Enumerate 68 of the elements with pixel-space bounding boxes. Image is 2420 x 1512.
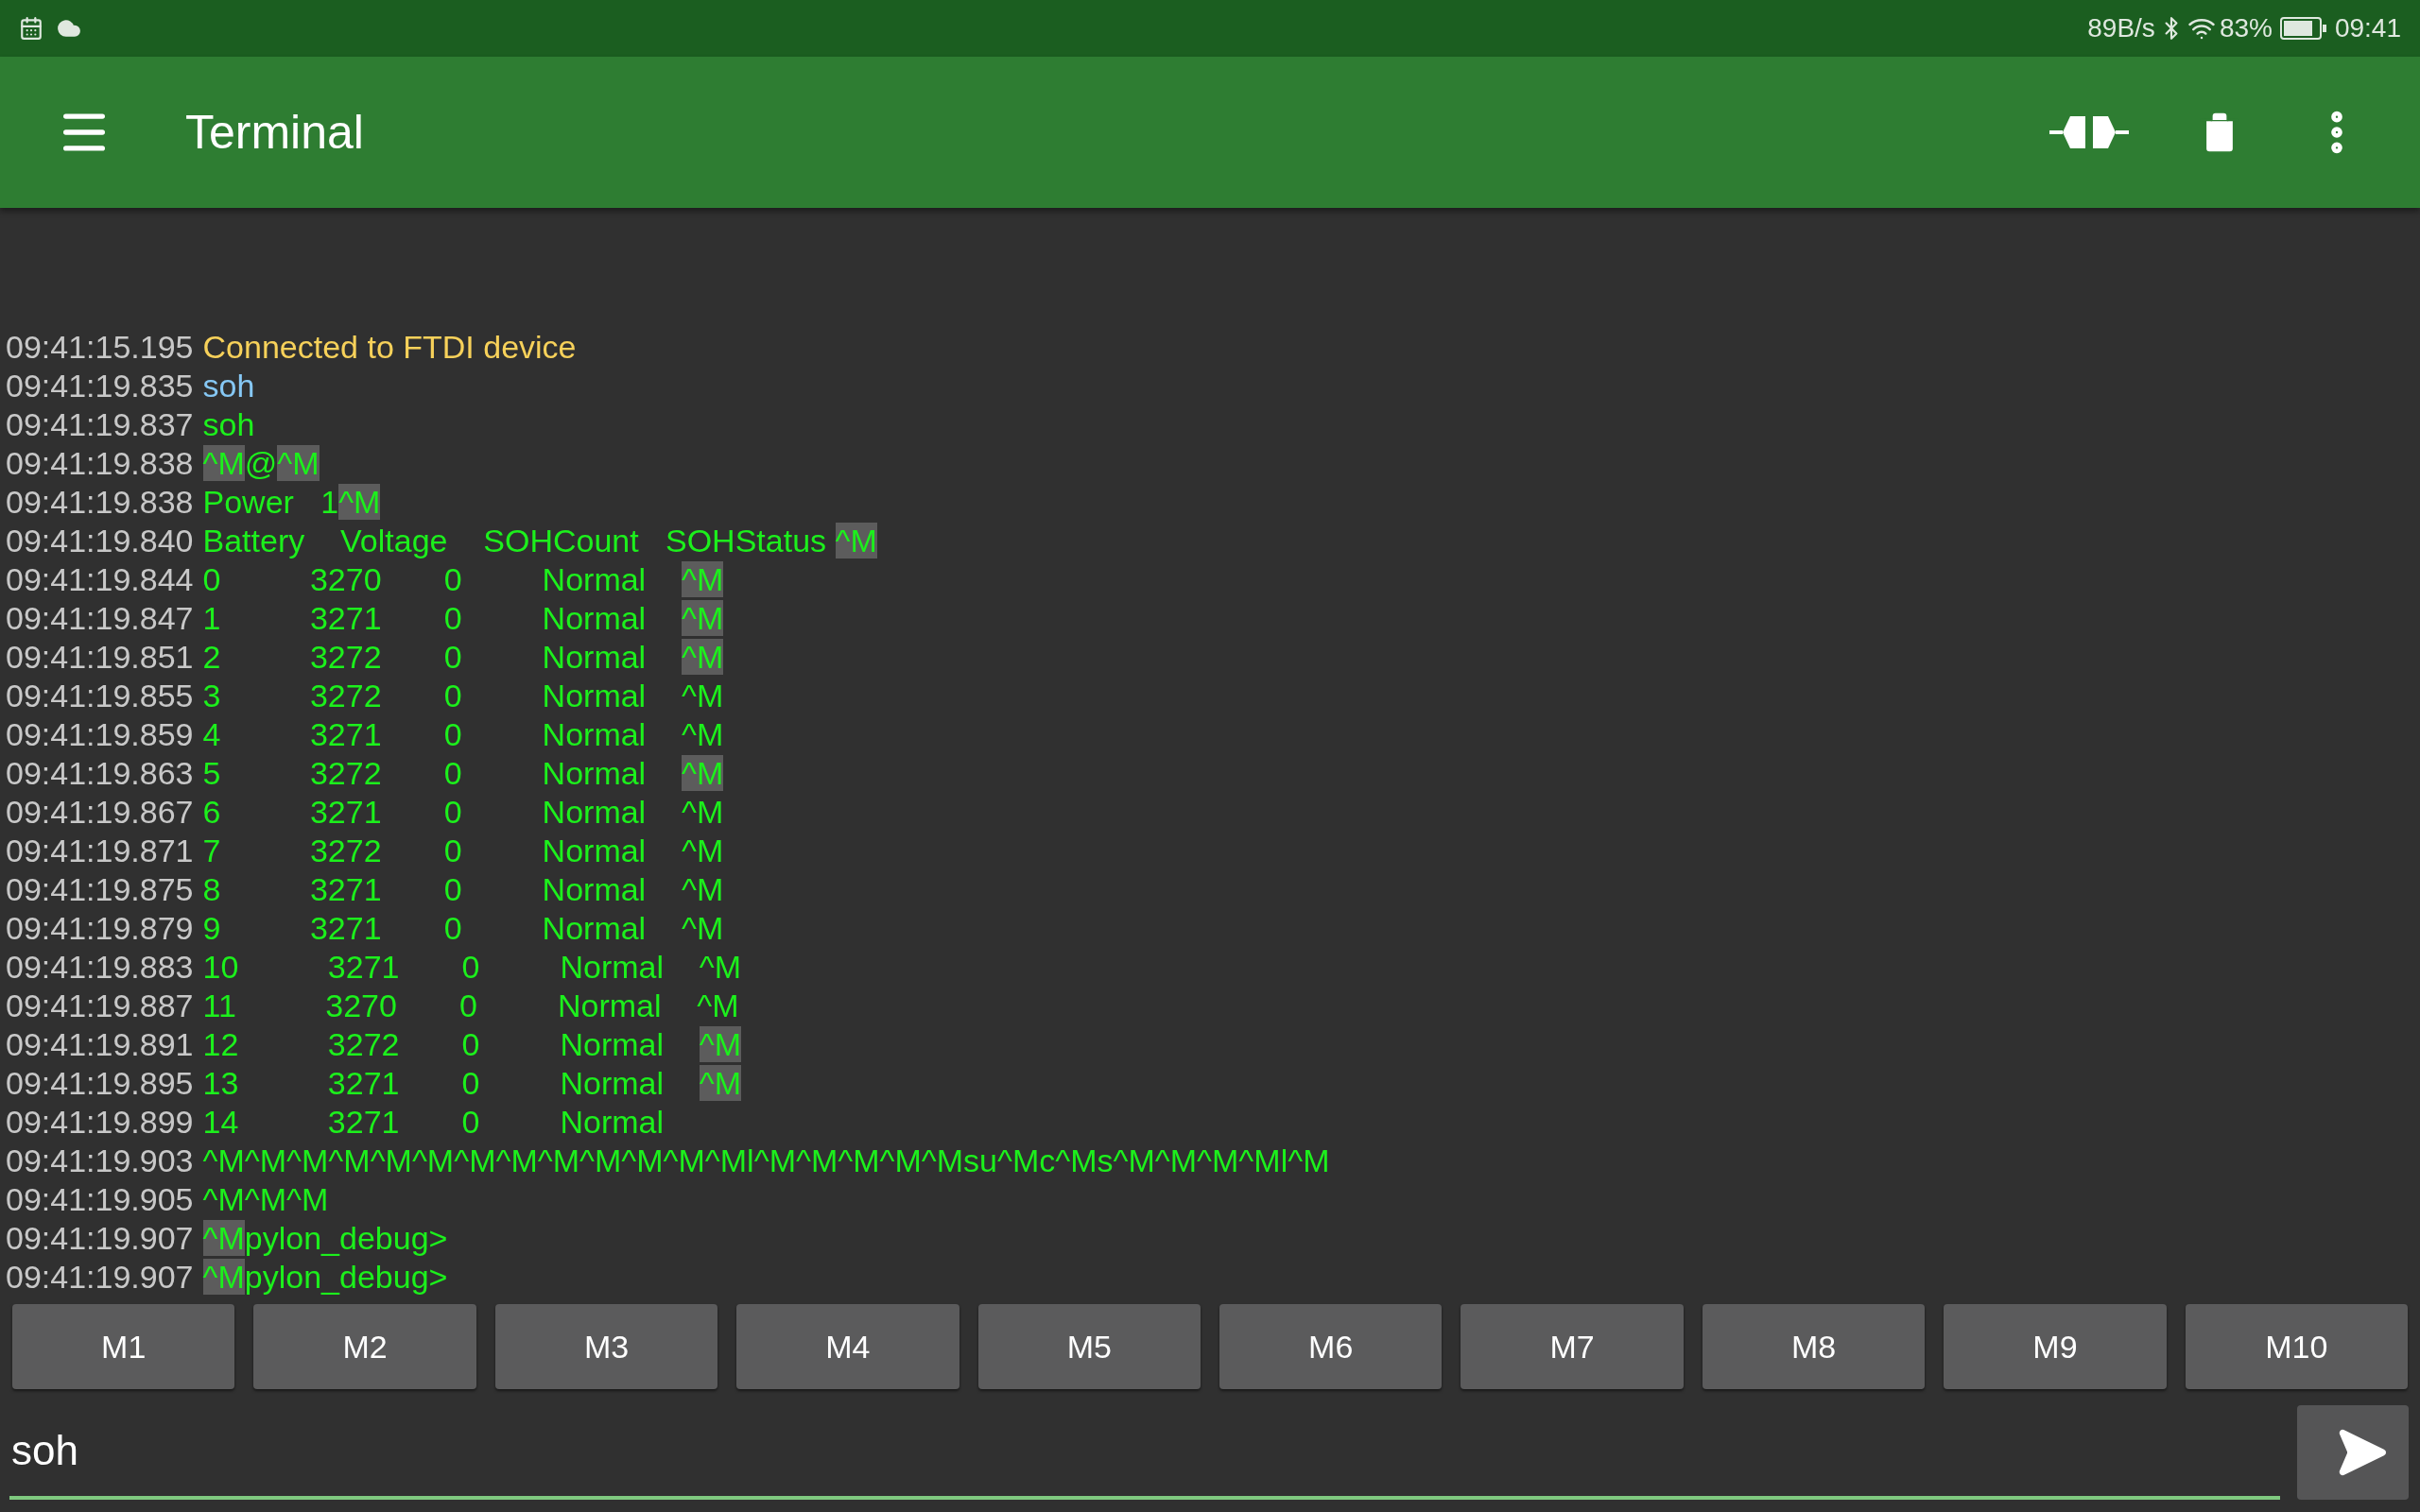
macro-button[interactable]: M1 xyxy=(12,1304,235,1389)
timestamp: 09:41:19.871 xyxy=(6,832,194,870)
terminal-line-text: 10 3271 0 Normal ^M xyxy=(202,948,742,987)
timestamp: 09:41:19.907 xyxy=(6,1219,194,1258)
calendar-icon xyxy=(19,16,43,41)
terminal-line-text: 8 3271 0 Normal ^M xyxy=(202,870,724,909)
timestamp: 09:41:19.859 xyxy=(6,715,194,754)
timestamp: 09:41:19.867 xyxy=(6,793,194,832)
terminal-line-text: ^M^M^M^M^M^M^M^M^M^M^M^M^Ml^M^M^M^M^Msu^Mc^Ms^M^M^M^Ml^M xyxy=(202,1142,1330,1180)
timestamp: 09:41:19.879 xyxy=(6,909,194,948)
clock: 09:41 xyxy=(2334,12,2401,44)
terminal-line-text: ^Mpylon_debug> xyxy=(202,1219,448,1258)
timestamp: 09:41:19.895 xyxy=(6,1064,194,1103)
terminal-line-text: 0 3270 0 Normal ^M xyxy=(202,560,724,599)
timestamp: 09:41:19.838 xyxy=(6,444,194,483)
timestamp: 09:41:19.891 xyxy=(6,1025,194,1064)
network-speed: 89B/s xyxy=(2087,12,2155,44)
terminal-line-text: 11 3270 0 Normal ^M xyxy=(202,987,739,1025)
terminal-line-text: soh xyxy=(202,367,255,405)
macro-button[interactable]: M10 xyxy=(2185,1304,2409,1389)
terminal-line-text: 7 3272 0 Normal ^M xyxy=(202,832,724,870)
battery-percent: 83% xyxy=(2219,12,2273,44)
terminal-line-text: 2 3272 0 Normal ^M xyxy=(202,638,724,677)
terminal-line-text: ^Mpylon_debug> xyxy=(202,1258,448,1297)
timestamp: 09:41:19.837 xyxy=(6,405,194,444)
terminal-line-text: 1 3271 0 Normal ^M xyxy=(202,599,724,638)
timestamp: 09:41:19.855 xyxy=(6,677,194,715)
app-title: Terminal xyxy=(185,104,364,161)
terminal-line-text: ^M^M^M xyxy=(202,1180,329,1219)
macro-button[interactable]: M7 xyxy=(1461,1304,1684,1389)
terminal-line-text: 14 3271 0 Normal xyxy=(202,1103,665,1142)
timestamp: 09:41:19.903 xyxy=(6,1142,194,1180)
terminal-line-text: 4 3271 0 Normal ^M xyxy=(202,715,724,754)
macro-button[interactable]: M5 xyxy=(977,1304,1201,1389)
terminal-line-text: ^M@^M xyxy=(202,444,320,483)
timestamp: 09:41:19.883 xyxy=(6,948,194,987)
terminal-line-text: Battery Voltage SOHCount SOHStatus ^M xyxy=(202,522,877,560)
timestamp: 09:41:19.875 xyxy=(6,870,194,909)
timestamp: 09:41:19.835 xyxy=(6,367,194,405)
timestamp: 09:41:19.847 xyxy=(6,599,194,638)
terminal-line-text: 6 3271 0 Normal ^M xyxy=(202,793,724,832)
timestamp: 09:41:19.838 xyxy=(6,483,194,522)
terminal-line-text: 3 3272 0 Normal ^M xyxy=(202,677,724,715)
timestamp: 09:41:15.195 xyxy=(6,328,194,367)
terminal-line-text: 13 3271 0 Normal ^M xyxy=(202,1064,742,1103)
timestamp: 09:41:19.887 xyxy=(6,987,194,1025)
macro-button[interactable]: M2 xyxy=(253,1304,476,1389)
timestamp: 09:41:19.863 xyxy=(6,754,194,793)
macro-button[interactable]: M3 xyxy=(494,1304,718,1389)
terminal-line-text: Power 1^M xyxy=(202,483,381,522)
macro-button[interactable]: M8 xyxy=(1702,1304,1926,1389)
terminal-line-text: 5 3272 0 Normal ^M xyxy=(202,754,724,793)
battery-icon xyxy=(2279,16,2327,41)
command-input[interactable]: soh xyxy=(9,1405,2280,1500)
macro-button[interactable]: M6 xyxy=(1219,1304,1443,1389)
macro-button[interactable]: M9 xyxy=(1944,1304,2167,1389)
terminal-line-text: 12 3272 0 Normal ^M xyxy=(202,1025,742,1064)
send-button[interactable] xyxy=(2297,1405,2409,1500)
timestamp: 09:41:19.907 xyxy=(6,1258,194,1297)
terminal-line-text: 9 3271 0 Normal ^M xyxy=(202,909,724,948)
macro-button[interactable]: M4 xyxy=(736,1304,959,1389)
timestamp: 09:41:19.844 xyxy=(6,560,194,599)
timestamp: 09:41:19.840 xyxy=(6,522,194,560)
terminal-line-text: Connected to FTDI device xyxy=(202,328,577,367)
terminal-line-text: soh xyxy=(202,405,255,444)
timestamp: 09:41:19.851 xyxy=(6,638,194,677)
timestamp: 09:41:19.905 xyxy=(6,1180,194,1219)
timestamp: 09:41:19.899 xyxy=(6,1103,194,1142)
